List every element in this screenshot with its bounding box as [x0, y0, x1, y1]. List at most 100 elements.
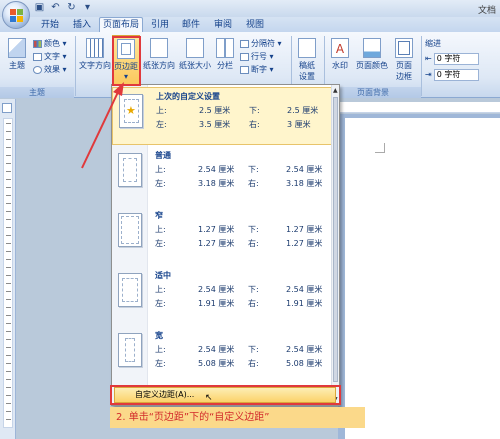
vertical-ruler	[3, 118, 13, 428]
indent-right-input[interactable]: 0 字符	[433, 69, 479, 81]
right-label: 右:	[248, 299, 259, 308]
ruler-tick	[6, 315, 11, 316]
ruler-tick	[6, 291, 11, 292]
indent-left-field[interactable]: ⇤ 0 字符	[425, 53, 479, 65]
margins-highlight-box	[112, 36, 141, 86]
text-direction-button[interactable]: 文字方向	[78, 38, 112, 71]
tab-references[interactable]: 引用	[147, 19, 173, 32]
app-title: 文档	[477, 6, 496, 16]
margin-option-normal[interactable]: 普通 上: 2.54 厘米 下: 2.54 厘米 左: 3.18 厘米 右: 3…	[112, 147, 336, 205]
draft-settings-button[interactable]: 稿纸 设置	[294, 38, 320, 82]
ruler-tick	[6, 179, 11, 180]
margin-option-name: 适中	[155, 271, 171, 280]
site-watermark: jb51.net 脚本之家	[430, 398, 494, 435]
undo-icon[interactable]: ↶	[49, 2, 62, 14]
top-label: 上:	[155, 345, 166, 354]
scroll-up-icon[interactable]: ▲	[333, 87, 338, 94]
right-label: 右:	[248, 239, 259, 248]
bottom-label: 下:	[248, 225, 259, 234]
left-value: 1.91 厘米	[198, 299, 235, 308]
tab-insert[interactable]: 插入	[68, 19, 96, 32]
top-value: 2.54 厘米	[198, 285, 235, 294]
ribbon-separator	[421, 36, 422, 96]
tab-mailings[interactable]: 邮件	[178, 19, 204, 32]
left-label: 左:	[155, 359, 166, 368]
ruler-tick	[6, 139, 11, 140]
indent-left-input[interactable]: 0 字符	[433, 53, 479, 65]
margin-option-moderate[interactable]: 适中 上: 2.54 厘米 下: 2.54 厘米 左: 1.91 厘米 右: 1…	[112, 267, 336, 325]
top-value: 2.5 厘米	[199, 106, 231, 115]
breaks-label: 分隔符	[251, 39, 275, 48]
ruler-tick	[6, 387, 11, 388]
tab-selector[interactable]	[2, 103, 12, 113]
page-margin-icon: ★	[119, 94, 143, 128]
ruler-tick	[6, 219, 11, 220]
size-button[interactable]: 纸张大小	[177, 38, 213, 71]
text-direction-label: 文字方向	[79, 61, 111, 70]
left-value: 3.5 厘米	[199, 120, 231, 129]
margin-option-narrow[interactable]: 窄 上: 1.27 厘米 下: 1.27 厘米 左: 1.27 厘米 右: 1.…	[112, 207, 336, 265]
ruler-tick	[6, 123, 11, 124]
draft-label-2: 设置	[299, 72, 315, 81]
draft-label-1: 稿纸	[299, 61, 315, 70]
watermark-url: jb51.net	[448, 398, 494, 411]
page-margin-icon	[118, 213, 142, 247]
themes-icon	[8, 38, 26, 58]
dropdown-scrollbar[interactable]: ▲ ▼	[331, 85, 339, 405]
watermark-button[interactable]: A 水印	[328, 38, 352, 71]
indent-right-icon: ⇥	[425, 70, 432, 79]
effects-label: 效果	[44, 65, 60, 74]
ruler-tick	[6, 347, 11, 348]
theme-effects-button[interactable]: 效果 ▾	[33, 64, 67, 75]
ruler-tick	[6, 331, 11, 332]
redo-icon[interactable]: ↻	[65, 2, 78, 14]
orientation-button[interactable]: 纸张方向	[142, 38, 176, 71]
ruler-tick	[6, 195, 11, 196]
margin-option-name: 普通	[155, 151, 171, 160]
page-borders-button[interactable]: 页面 边框	[391, 38, 417, 82]
ribbon-tabs: 开始 插入 页面布局 引用 邮件 审阅 视图	[0, 17, 500, 33]
star-icon: ★	[126, 104, 136, 117]
themes-button[interactable]: 主题	[4, 38, 30, 71]
scroll-thumb[interactable]	[333, 97, 338, 382]
hyphenation-button[interactable]: 断字 ▾	[240, 64, 274, 75]
theme-fonts-button[interactable]: 文字 ▾	[33, 51, 67, 62]
horizontal-ruler	[338, 102, 500, 113]
margin-guide	[125, 338, 135, 362]
tab-view[interactable]: 视图	[242, 19, 268, 32]
left-label: 左:	[155, 179, 166, 188]
theme-colors-button[interactable]: 颜色 ▾	[33, 38, 67, 49]
colors-label: 颜色	[44, 39, 60, 48]
page-color-button[interactable]: 页面颜色	[355, 38, 389, 71]
ruler-tick	[6, 299, 11, 300]
office-button[interactable]	[2, 1, 30, 29]
document-page[interactable]	[345, 118, 500, 439]
left-value: 1.27 厘米	[198, 239, 235, 248]
margin-option-name: 上次的自定义设置	[156, 92, 220, 101]
tab-page-layout[interactable]: 页面布局	[99, 17, 143, 33]
margin-option-last-custom[interactable]: ★ 上次的自定义设置 上: 2.5 厘米 下: 2.5 厘米 左: 3.5 厘米…	[112, 87, 336, 145]
size-label: 纸张大小	[179, 61, 211, 70]
right-value: 1.27 厘米	[286, 239, 323, 248]
top-value: 1.27 厘米	[198, 225, 235, 234]
watermark-name: 脚本之家	[429, 415, 494, 434]
columns-label: 分栏	[217, 61, 233, 70]
indent-right-field[interactable]: ⇥ 0 字符	[425, 69, 479, 81]
tab-home[interactable]: 开始	[36, 19, 64, 32]
line-numbers-button[interactable]: 行号 ▾	[240, 51, 274, 62]
tab-review[interactable]: 审阅	[210, 19, 236, 32]
columns-button[interactable]: 分栏	[214, 38, 236, 71]
ruler-tick	[6, 379, 11, 380]
save-icon[interactable]: ▣	[33, 2, 46, 14]
margin-option-wide[interactable]: 宽 上: 2.54 厘米 下: 2.54 厘米 左: 5.08 厘米 右: 5.…	[112, 327, 336, 385]
ruler-tick	[6, 131, 11, 132]
hyphenation-icon	[240, 65, 249, 74]
ruler-tick	[6, 227, 11, 228]
left-value: 5.08 厘米	[198, 359, 235, 368]
qat-dropdown-icon[interactable]: ▾	[81, 2, 94, 14]
ruler-tick	[6, 371, 11, 372]
ruler-tick	[6, 283, 11, 284]
breaks-button[interactable]: 分隔符 ▾	[240, 38, 282, 49]
page-margin-icon	[118, 333, 142, 367]
margins-dropdown: ★ 上次的自定义设置 上: 2.5 厘米 下: 2.5 厘米 左: 3.5 厘米…	[111, 84, 340, 406]
